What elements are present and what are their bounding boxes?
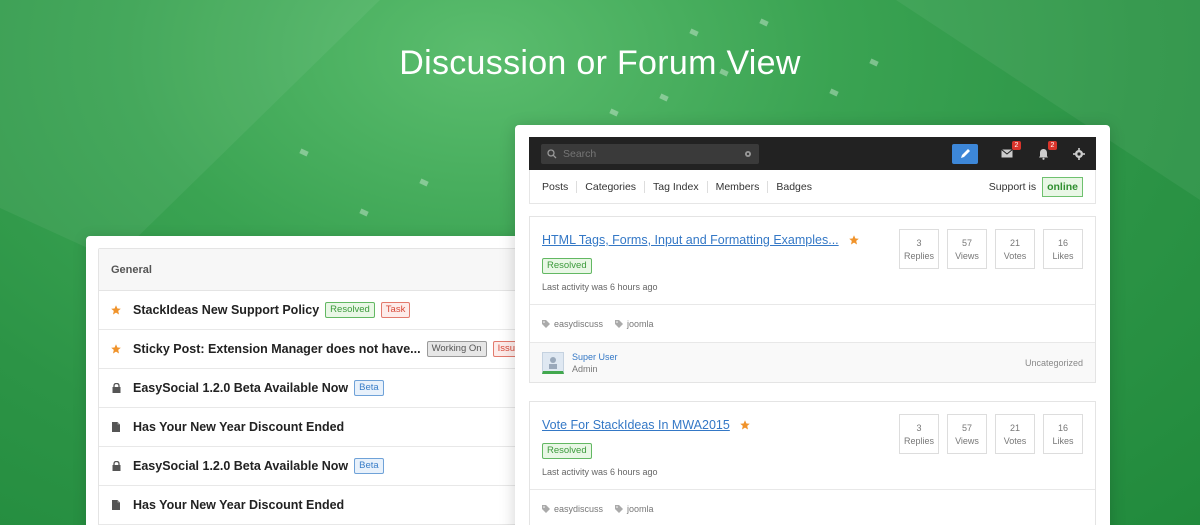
stat-views: 57 Views: [947, 229, 987, 269]
post-author: Super User Admin Uncategorized: [530, 342, 1095, 382]
tag-link[interactable]: easydiscuss: [542, 319, 603, 329]
compose-button[interactable]: [952, 143, 978, 164]
stat-likes: 16 Likes: [1043, 414, 1083, 454]
post-card: HTML Tags, Forms, Input and Formatting E…: [529, 216, 1096, 383]
list-item[interactable]: Has Your New Year Discount Ended: [99, 486, 533, 525]
author-role: Admin: [572, 363, 598, 374]
confetti: [419, 178, 429, 187]
bell-icon: [1038, 148, 1048, 160]
stat-replies: 3 Replies: [899, 414, 939, 454]
post-title-link[interactable]: Vote For StackIdeas In MWA2015: [542, 418, 730, 432]
tag-link[interactable]: joomla: [615, 319, 654, 329]
thread-title[interactable]: StackIdeas New Support Policy: [133, 303, 319, 317]
nav-posts[interactable]: Posts: [542, 180, 578, 193]
star-icon: [740, 420, 751, 430]
tag-icon: [542, 319, 550, 328]
forum-list-panel: General StackIdeas New Support Policy Res…: [86, 236, 546, 525]
notifications-badge: 2: [1048, 140, 1057, 150]
stat-votes: 21 Votes: [995, 229, 1035, 269]
thread-label: Resolved: [325, 302, 375, 318]
stat-views: 57 Views: [947, 414, 987, 454]
thread-title[interactable]: EasySocial 1.2.0 Beta Available Now: [133, 381, 348, 395]
post-card: Vote For StackIdeas In MWA2015 Resolved …: [529, 401, 1096, 525]
messages-button[interactable]: 2: [1000, 140, 1021, 161]
post-title-link[interactable]: HTML Tags, Forms, Input and Formatting E…: [542, 233, 839, 247]
author-name[interactable]: Super User: [572, 352, 618, 362]
star-icon: [111, 344, 121, 354]
tag-link[interactable]: easydiscuss: [542, 504, 603, 514]
thread-label: Working On: [426, 341, 487, 357]
document-icon: [111, 500, 121, 510]
messages-badge: 2: [1012, 140, 1021, 150]
status-badge: Resolved: [542, 443, 592, 459]
post-tags: easydiscuss joomla: [530, 489, 1095, 525]
stat-likes: 16 Likes: [1043, 229, 1083, 269]
confetti: [659, 93, 669, 102]
search-input[interactable]: [563, 147, 743, 160]
thread-title[interactable]: Has Your New Year Discount Ended: [133, 420, 344, 434]
post-stats: 3 Replies 57 Views 21 Votes 16 Likes: [891, 414, 1083, 454]
tag-icon: [542, 504, 550, 513]
category-header: General: [99, 249, 533, 291]
confetti: [829, 88, 839, 97]
envelope-icon: [1001, 149, 1013, 158]
nav-tag-index[interactable]: Tag Index: [645, 180, 708, 193]
nav-badges[interactable]: Badges: [768, 181, 820, 193]
thread-title[interactable]: Sticky Post: Extension Manager does not …: [133, 342, 421, 356]
star-icon: [111, 305, 121, 315]
stat-votes: 21 Votes: [995, 414, 1035, 454]
notifications-button[interactable]: 2: [1036, 140, 1057, 161]
list-item[interactable]: EasySocial 1.2.0 Beta Available Now Beta: [99, 369, 533, 408]
star-icon: [849, 235, 859, 245]
thread-title[interactable]: EasySocial 1.2.0 Beta Available Now: [133, 459, 348, 473]
nav-categories[interactable]: Categories: [577, 180, 646, 193]
support-status: Support is online: [988, 176, 1083, 197]
tag-icon: [615, 319, 624, 328]
thread-title[interactable]: Has Your New Year Discount Ended: [133, 498, 344, 512]
last-activity: Last activity was 6 hours ago: [542, 467, 658, 477]
list-item[interactable]: Has Your New Year Discount Ended: [99, 408, 533, 447]
lock-icon: [111, 461, 121, 471]
last-activity: Last activity was 6 hours ago: [542, 282, 658, 292]
post-category[interactable]: Uncategorized: [1025, 358, 1083, 368]
thread-label: Beta: [354, 380, 384, 396]
tag-icon: [615, 504, 624, 513]
list-item[interactable]: StackIdeas New Support Policy Resolved Tas…: [99, 291, 533, 330]
status-badge: Resolved: [542, 258, 592, 274]
lock-icon: [111, 383, 121, 393]
sub-navigation: Posts Categories Tag Index Members Badge…: [529, 170, 1096, 204]
background-shape: [0, 0, 380, 260]
thread-label: Beta: [354, 458, 384, 474]
online-badge: online: [1042, 176, 1083, 197]
support-label: Support is: [988, 180, 1037, 193]
post-tags: easydiscuss joomla: [530, 304, 1095, 342]
tag-link[interactable]: joomla: [615, 504, 654, 514]
page-headline: Discussion or Forum View: [399, 44, 801, 82]
confetti: [299, 148, 309, 157]
document-icon: [111, 422, 121, 432]
stat-replies: 3 Replies: [899, 229, 939, 269]
toolbar: 2 2: [529, 137, 1096, 170]
confetti: [689, 28, 699, 37]
confetti: [609, 108, 619, 117]
confetti: [759, 18, 769, 27]
user-icon: [549, 356, 557, 369]
search-box[interactable]: [541, 143, 759, 164]
post-stats: 3 Replies 57 Views 21 Votes 16 Likes: [891, 229, 1083, 269]
discussion-panel: 2 2 Posts Categories Tag Index Members B…: [515, 125, 1110, 525]
list-item[interactable]: Sticky Post: Extension Manager does not …: [99, 330, 533, 369]
nav-members[interactable]: Members: [708, 180, 769, 193]
thread-label: Task: [380, 302, 411, 318]
list-item[interactable]: EasySocial 1.2.0 Beta Available Now Beta: [99, 447, 533, 486]
pencil-icon: [960, 149, 970, 158]
search-icon: [547, 148, 557, 158]
gear-icon[interactable]: [743, 149, 753, 159]
settings-button[interactable]: [1072, 147, 1086, 161]
cog-icon: [1073, 147, 1085, 160]
confetti: [359, 208, 369, 217]
avatar[interactable]: [542, 351, 564, 374]
